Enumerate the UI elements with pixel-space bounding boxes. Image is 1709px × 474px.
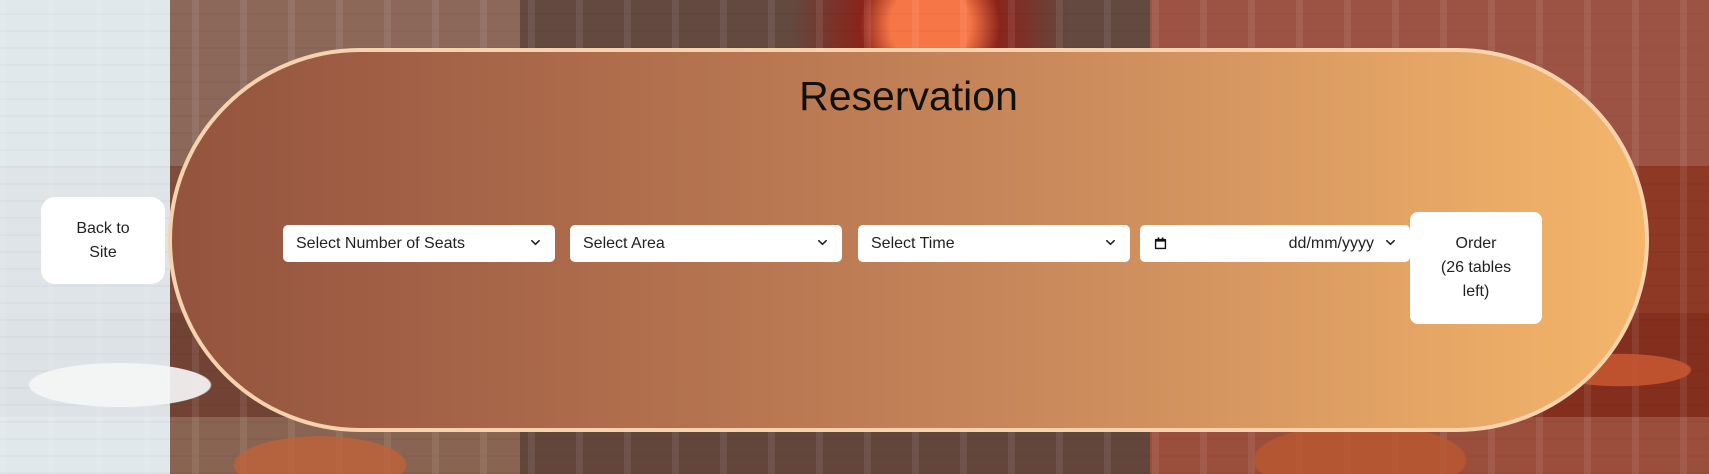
seat-count-select[interactable]: Select Number of Seats: [283, 225, 555, 262]
seat-count-label: Select Number of Seats: [296, 234, 465, 252]
page-title: Reservation: [799, 73, 1018, 119]
area-select[interactable]: Select Area: [570, 225, 842, 262]
back-to-site-button[interactable]: Back to Site: [41, 197, 165, 284]
reservation-panel: Reservation Select Number of Seats Selec…: [168, 48, 1649, 432]
chevron-down-icon: [1386, 239, 1395, 246]
area-label: Select Area: [583, 234, 665, 252]
date-placeholder: dd/mm/yyyy: [1288, 234, 1374, 252]
chevron-down-icon: [818, 239, 827, 246]
time-label: Select Time: [871, 234, 955, 252]
restaurant-background: Back to Site Reservation Select Number o…: [0, 0, 1709, 474]
chevron-down-icon: [1106, 239, 1115, 246]
time-select[interactable]: Select Time: [858, 225, 1130, 262]
calendar-icon: [1154, 237, 1167, 250]
chevron-down-icon: [531, 239, 540, 246]
date-input[interactable]: dd/mm/yyyy: [1140, 225, 1410, 262]
order-button[interactable]: Order (26 tables left): [1410, 212, 1542, 324]
